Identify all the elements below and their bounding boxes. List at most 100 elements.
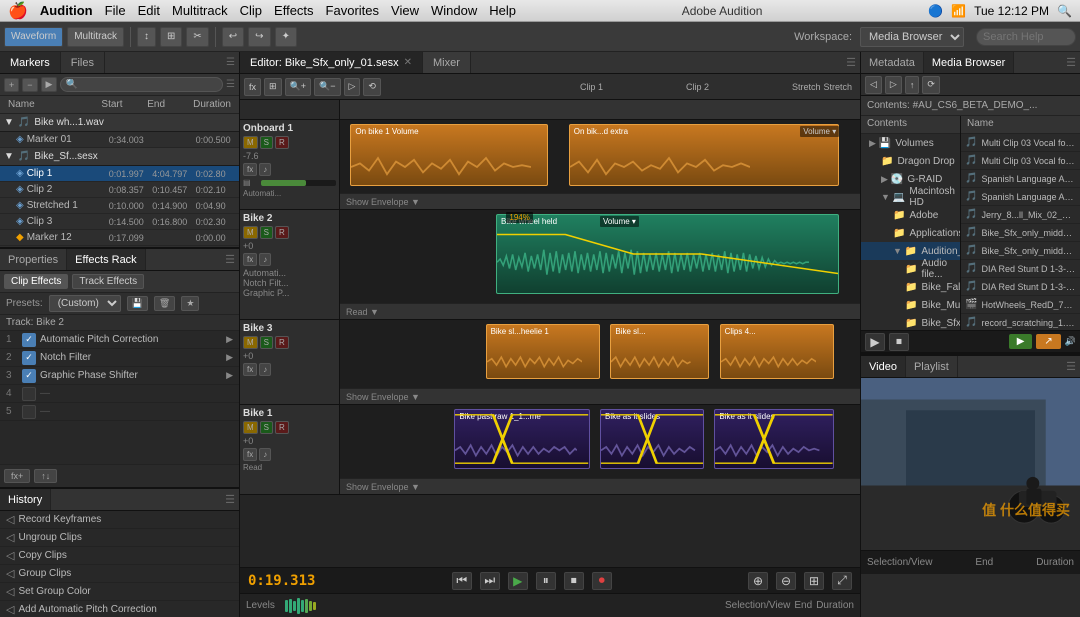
record-transport-btn[interactable]: ⏺ [592,572,612,590]
tab-history[interactable]: History [0,489,51,510]
clip-bike3-1[interactable]: Bike sl...heelie 1 [486,324,600,379]
file-item-5[interactable]: 🎵 Bike_Sfx_only_middown... [961,224,1080,242]
tree-volumes[interactable]: ▶ 💾 Volumes [861,134,960,152]
clip-onboard1-1[interactable]: On bike 1 Volume [350,124,548,186]
tab-media-browser[interactable]: Media Browser [924,52,1014,73]
track-content-bike3[interactable]: Bike sl...heelie 1 Bike sl... Clips 4... [340,320,860,404]
search-icon[interactable]: 🔍 [1057,4,1072,18]
zoom-out-time-btn[interactable]: ⊖ [776,572,796,590]
track-content-bike2[interactable]: Bike wheel held Read ▼ 194% [340,210,860,319]
solo-btn-bike2[interactable]: S [260,226,273,239]
tab-video[interactable]: Video [861,356,906,377]
history-item-3[interactable]: ◁ Group Clips [0,565,239,583]
workspace-dropdown[interactable]: Media Browser [860,27,964,47]
tab-files[interactable]: Files [61,52,105,73]
mute-btn-bike3[interactable]: M [243,336,258,349]
tab-markers[interactable]: Markers [0,52,61,73]
solo-btn-bike3[interactable]: S [260,336,273,349]
video-menu-btn[interactable]: ☰ [1062,356,1080,377]
file-item-1[interactable]: 🎵 Multi Clip 03 Vocal for T... [961,152,1080,170]
editor-tab-main[interactable]: Editor: Bike_Sfx_only_01.sesx ✕ [240,52,423,73]
media-stop-btn[interactable]: ⏹ [889,333,909,351]
tree-bike-sfx[interactable]: 📁 Bike_Sfx... [861,314,960,330]
record-btn-bike3[interactable]: R [275,336,289,349]
file-item-0[interactable]: 🎵 Multi Clip 03 Vocal for T... [961,134,1080,152]
marker-group-header-1[interactable]: ▼ 🎵 Bike wh...1.wav [0,114,239,132]
marker-row-str1[interactable]: ◈ Stretched 1 0:10.000 0:14.900 0:04.90 [0,198,239,214]
fx-move-btn[interactable]: ↑↓ [34,469,57,483]
history-item-2[interactable]: ◁ Copy Clips [0,547,239,565]
menu-favorites[interactable]: Favorites [326,3,379,18]
ed-zoom-in[interactable]: 🔍+ [285,78,311,96]
media-open-btn[interactable]: ↗ [1036,334,1060,349]
marker-group-header-2[interactable]: ▼ 🎵 Bike_Sf...sesx [0,148,239,166]
marker-del-btn[interactable]: − [22,78,37,92]
tool-btn-6[interactable]: ✦ [275,27,297,47]
track-fx-btn-bike3[interactable]: fx [243,363,257,376]
multitrack-btn[interactable]: Multitrack [67,27,124,47]
clip-bike1-2[interactable]: Bike as it slides [600,409,704,469]
history-menu-btn[interactable]: ☰ [221,489,239,510]
effect-item-empty-4[interactable]: 4 — [0,385,239,403]
file-item-2[interactable]: 🎵 Spanish Language ADR_l... [961,170,1080,188]
clip-bike1-3[interactable]: Bike as it slides [714,409,834,469]
tool-btn-5[interactable]: ↪ [248,27,270,47]
effect-item-2[interactable]: 2 ✓ Notch Filter ▶ [0,349,239,367]
media-refresh[interactable]: ⟳ [922,76,940,94]
menu-window[interactable]: Window [431,3,477,18]
menu-edit[interactable]: Edit [138,3,160,18]
prop-menu-btn[interactable]: ☰ [221,249,239,270]
tree-macintosh-hd[interactable]: ▼ 💻 Macintosh HD [861,188,960,206]
envelope-bar-onboard1[interactable]: Show Envelope ▼ [340,193,860,209]
fx-add-btn[interactable]: fx+ [4,469,30,483]
ed-zoom-out[interactable]: 🔍− [314,78,340,96]
track-fx-btn-bike1[interactable]: fx [243,448,257,461]
marker-row[interactable]: ◈ Marker 01 0:34.003 0:00.500 [0,132,239,148]
tree-audio-file[interactable]: 📁 Audio file... [861,260,960,278]
tool-btn-2[interactable]: ⊞ [160,27,182,47]
envelope-bar-bike2[interactable]: Read ▼ [340,303,860,319]
solo-btn-bike1[interactable]: S [260,421,273,434]
clip-onboard1-2[interactable]: On bik...d extra [569,124,839,186]
marker-add-btn[interactable]: + [4,78,19,92]
media-nav-up[interactable]: ↑ [905,76,920,94]
menu-help[interactable]: Help [489,3,516,18]
tree-bike-mus[interactable]: 📁 Bike_Mus... [861,296,960,314]
go-start-btn[interactable]: ⏮ [452,572,472,590]
markers-menu[interactable]: ☰ [226,79,235,90]
clip-effects-tab[interactable]: Clip Effects [4,274,68,289]
marker-go-btn[interactable]: ▶ [41,77,58,92]
media-nav-back[interactable]: ◁ [865,76,882,94]
history-item-1[interactable]: ◁ Ungroup Clips [0,529,239,547]
marker-row-clip3[interactable]: ◈ Clip 3 0:14.500 0:16.800 0:02.30 [0,214,239,230]
media-nav-fwd[interactable]: ▷ [885,76,902,94]
file-item-4[interactable]: 🎵 Jerry_8...ll_Mix_02_Auto_Sp... [961,206,1080,224]
track-content-onboard1[interactable]: On bike 1 Volume On bik...d extra Show E… [340,120,860,209]
clip-bike1-1[interactable]: Bike past raw 1_1...me [454,409,589,469]
marker-row-clip2[interactable]: ◈ Clip 2 0:08.357 0:10.457 0:02.10 [0,182,239,198]
mute-btn-onboard1[interactable]: M [243,136,258,149]
ed-snap-btn[interactable]: fx [244,78,261,96]
media-play-btn[interactable]: ▶ [865,333,885,351]
effect-enable-2[interactable]: ✓ [22,351,36,365]
apple-menu[interactable]: 🍎 [8,1,28,21]
ed-loop-btn[interactable]: ⟲ [363,78,381,96]
envelope-bar-bike3[interactable]: Show Envelope ▼ [340,388,860,404]
track-eq-btn-bike3[interactable]: ♪ [259,363,271,376]
go-end-btn[interactable]: ⏭ [480,572,500,590]
tool-btn-4[interactable]: ↩ [222,27,244,47]
right-panel-menu-btn[interactable]: ☰ [1062,52,1080,73]
effect-item-1[interactable]: 1 ✓ Automatic Pitch Correction ▶ [0,331,239,349]
envelope-bar-bike1[interactable]: Show Envelope ▼ [340,478,860,494]
track-effects-tab[interactable]: Track Effects [72,274,144,289]
file-item-9[interactable]: 🎬 HotWheels_RedD_720p.r... [961,296,1080,314]
panel-menu-btn[interactable]: ☰ [222,52,239,73]
ed-select-btn[interactable]: ▷ [344,78,361,96]
tool-btn-1[interactable]: ↕ [137,27,156,47]
solo-btn-onboard1[interactable]: S [260,136,273,149]
tree-bike-fall[interactable]: 📁 Bike_Fall... [861,278,960,296]
editor-tab-mixer[interactable]: Mixer [423,52,471,73]
file-item-3[interactable]: 🎵 Spanish Language ADR_l... [961,188,1080,206]
marker-search-input[interactable] [60,77,223,92]
track-content-bike1[interactable]: Bike past raw 1_1...me Bike as it slides [340,405,860,494]
